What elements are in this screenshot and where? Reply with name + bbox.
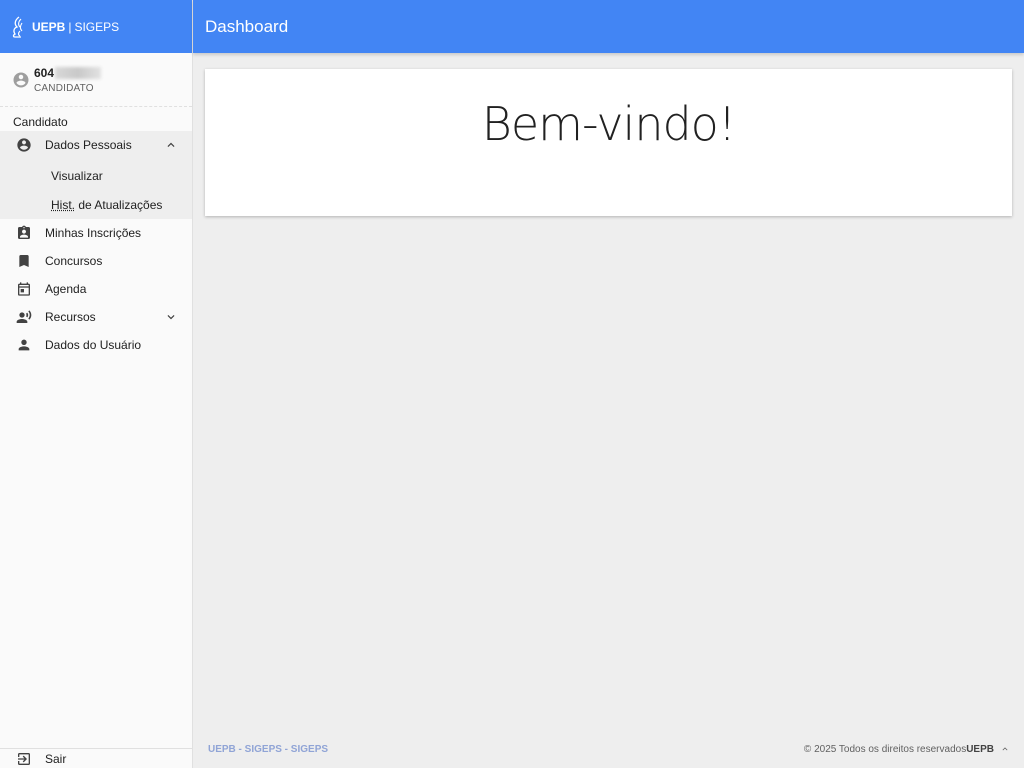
person-icon	[18, 339, 30, 351]
sidebar-item-recursos[interactable]: Recursos	[0, 303, 192, 331]
user-id: 604	[34, 65, 102, 80]
sidebar-item-label: Dados Pessoais	[45, 138, 132, 152]
welcome-card: Bem-vindo!	[205, 69, 1012, 216]
sidebar-item-label: Minhas Inscrições	[45, 226, 142, 240]
footer-brand: UEPB	[966, 743, 994, 755]
uepb-logo-icon	[12, 15, 23, 38]
sidebar-item-dados-do-usuario[interactable]: Dados do Usuário	[0, 331, 192, 359]
submenu-item-visualizar[interactable]: Visualizar	[0, 161, 192, 190]
brand-bar[interactable]: UEPB | SIGEPS	[0, 0, 192, 53]
footer-copyright-text: © 2025 Todos os direitos reservados	[803, 743, 967, 755]
page-footer: UEPB - SIGEPS - SIGEPS © 2025 Todos os d…	[193, 730, 1024, 768]
submenu-item-label: Visualizar	[51, 168, 103, 183]
logout-button[interactable]: Sair	[0, 748, 192, 768]
user-info: 604 CANDIDATO	[34, 65, 102, 94]
section-label-candidato: Candidato	[13, 115, 68, 129]
top-bar: Dashboard	[193, 0, 1024, 53]
submenu-item-hist-atualizacoes[interactable]: Hist. de Atualizações	[0, 190, 192, 219]
user-profile[interactable]: 604 CANDIDATO	[0, 53, 192, 107]
chevron-down-icon[interactable]	[164, 310, 178, 324]
assignment-ind-icon	[18, 225, 30, 239]
sidebar-item-label: Dados do Usuário	[45, 338, 142, 352]
brand-name: UEPB	[32, 19, 66, 34]
record-voice-icon	[16, 310, 32, 323]
sidebar-item-agenda[interactable]: Agenda	[0, 275, 192, 303]
chevron-up-icon[interactable]	[1000, 744, 1010, 754]
brand-title: UEPB | SIGEPS	[32, 20, 119, 34]
user-id-prefix: 604	[34, 65, 55, 80]
account-circle-icon	[17, 138, 31, 152]
logout-label: Sair	[45, 751, 67, 766]
exit-icon	[18, 752, 30, 765]
sidebar: UEPB | SIGEPS 604 CANDIDATO Candidato Dado…	[0, 0, 193, 768]
abbr-hist: Hist.	[51, 197, 75, 212]
submenu-dados-pessoais: Visualizar Hist. de Atualizações	[0, 159, 192, 219]
user-id-redacted	[55, 66, 102, 79]
footer-system-link[interactable]: UEPB - SIGEPS - SIGEPS	[208, 744, 328, 755]
footer-copyright: © 2025 Todos os direitos reservados UEPB	[804, 744, 1010, 755]
submenu-item-label-rest: de Atualizações	[75, 197, 163, 212]
sidebar-item-label: Concursos	[45, 254, 103, 268]
sidebar-item-dados-pessoais[interactable]: Dados Pessoais	[0, 131, 192, 159]
brand-separator: |	[68, 19, 72, 34]
user-role: CANDIDATO	[34, 82, 94, 94]
avatar-icon	[13, 72, 29, 87]
calendar-icon	[18, 282, 30, 296]
chevron-up-icon[interactable]	[164, 138, 178, 152]
bookmark-icon	[19, 255, 29, 267]
sidebar-item-label: Agenda	[45, 282, 87, 296]
welcome-heading: Bem-vindo!	[481, 97, 737, 151]
sidebar-item-label: Recursos	[45, 310, 96, 324]
page-title: Dashboard	[205, 16, 289, 36]
sidebar-item-concursos[interactable]: Concursos	[0, 247, 192, 275]
sidebar-item-minhas-inscricoes[interactable]: Minhas Inscrições	[0, 219, 192, 247]
brand-product: SIGEPS	[74, 19, 120, 34]
